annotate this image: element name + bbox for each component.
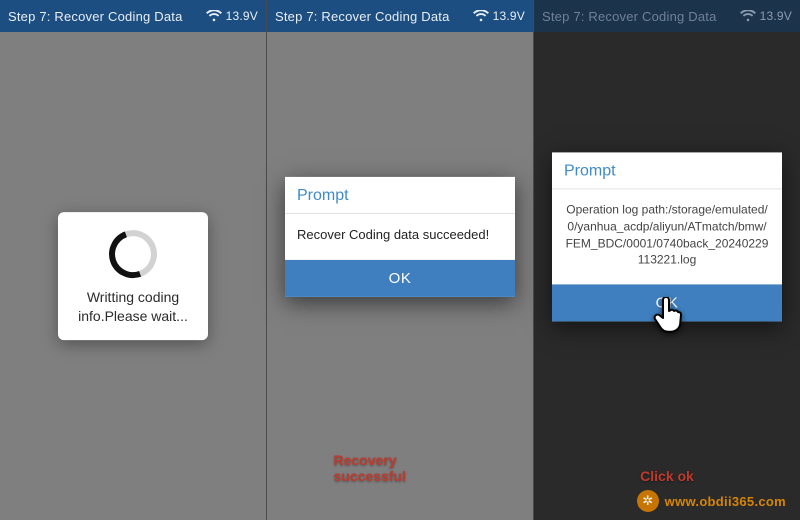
panel-1: Step 7: Recover Coding Data 13.9V Writti…: [0, 0, 266, 520]
app-header: Step 7: Recover Coding Data 13.9V: [534, 0, 800, 32]
page-title: Step 7: Recover Coding Data: [8, 9, 200, 24]
watermark: ✲ www.obdii365.com: [637, 490, 786, 512]
app-header: Step 7: Recover Coding Data 13.9V: [0, 0, 266, 32]
dialog-message: Recover Coding data succeeded!: [285, 214, 515, 260]
tutorial-caption: Click ok: [640, 468, 694, 484]
wifi-icon: [473, 10, 489, 22]
panel-body: Writting coding info.Please wait...: [0, 32, 266, 520]
watermark-text: www.obdii365.com: [665, 494, 786, 509]
app-header: Step 7: Recover Coding Data 13.9V: [267, 0, 533, 32]
ok-button[interactable]: OK: [552, 285, 782, 322]
three-panel-tutorial: Step 7: Recover Coding Data 13.9V Writti…: [0, 0, 800, 520]
voltage-readout: 13.9V: [226, 9, 258, 23]
tutorial-caption: Recovery successful: [334, 452, 467, 484]
ok-button[interactable]: OK: [285, 260, 515, 297]
dialog-message: Operation log path:/storage/emulated/0/y…: [552, 189, 782, 284]
wifi-icon: [740, 10, 756, 22]
voltage-readout: 13.9V: [493, 9, 525, 23]
page-title: Step 7: Recover Coding Data: [275, 9, 467, 24]
panel-body: Prompt Recover Coding data succeeded! OK…: [267, 32, 533, 520]
panel-2: Step 7: Recover Coding Data 13.9V Prompt…: [266, 0, 533, 520]
voltage-readout: 13.9V: [760, 9, 792, 23]
dialog-title: Prompt: [552, 152, 782, 189]
loading-text: Writting coding info.Please wait...: [70, 288, 196, 326]
page-title: Step 7: Recover Coding Data: [542, 9, 734, 24]
panel-body: Prompt Operation log path:/storage/emula…: [534, 32, 800, 520]
loading-card: Writting coding info.Please wait...: [58, 212, 208, 340]
gear-icon: ✲: [637, 490, 659, 512]
prompt-dialog: Prompt Recover Coding data succeeded! OK: [285, 177, 515, 297]
dialog-title: Prompt: [285, 177, 515, 214]
panel-3: Step 7: Recover Coding Data 13.9V Prompt…: [533, 0, 800, 520]
prompt-dialog: Prompt Operation log path:/storage/emula…: [552, 152, 782, 321]
wifi-icon: [206, 10, 222, 22]
spinner-icon: [101, 222, 165, 286]
